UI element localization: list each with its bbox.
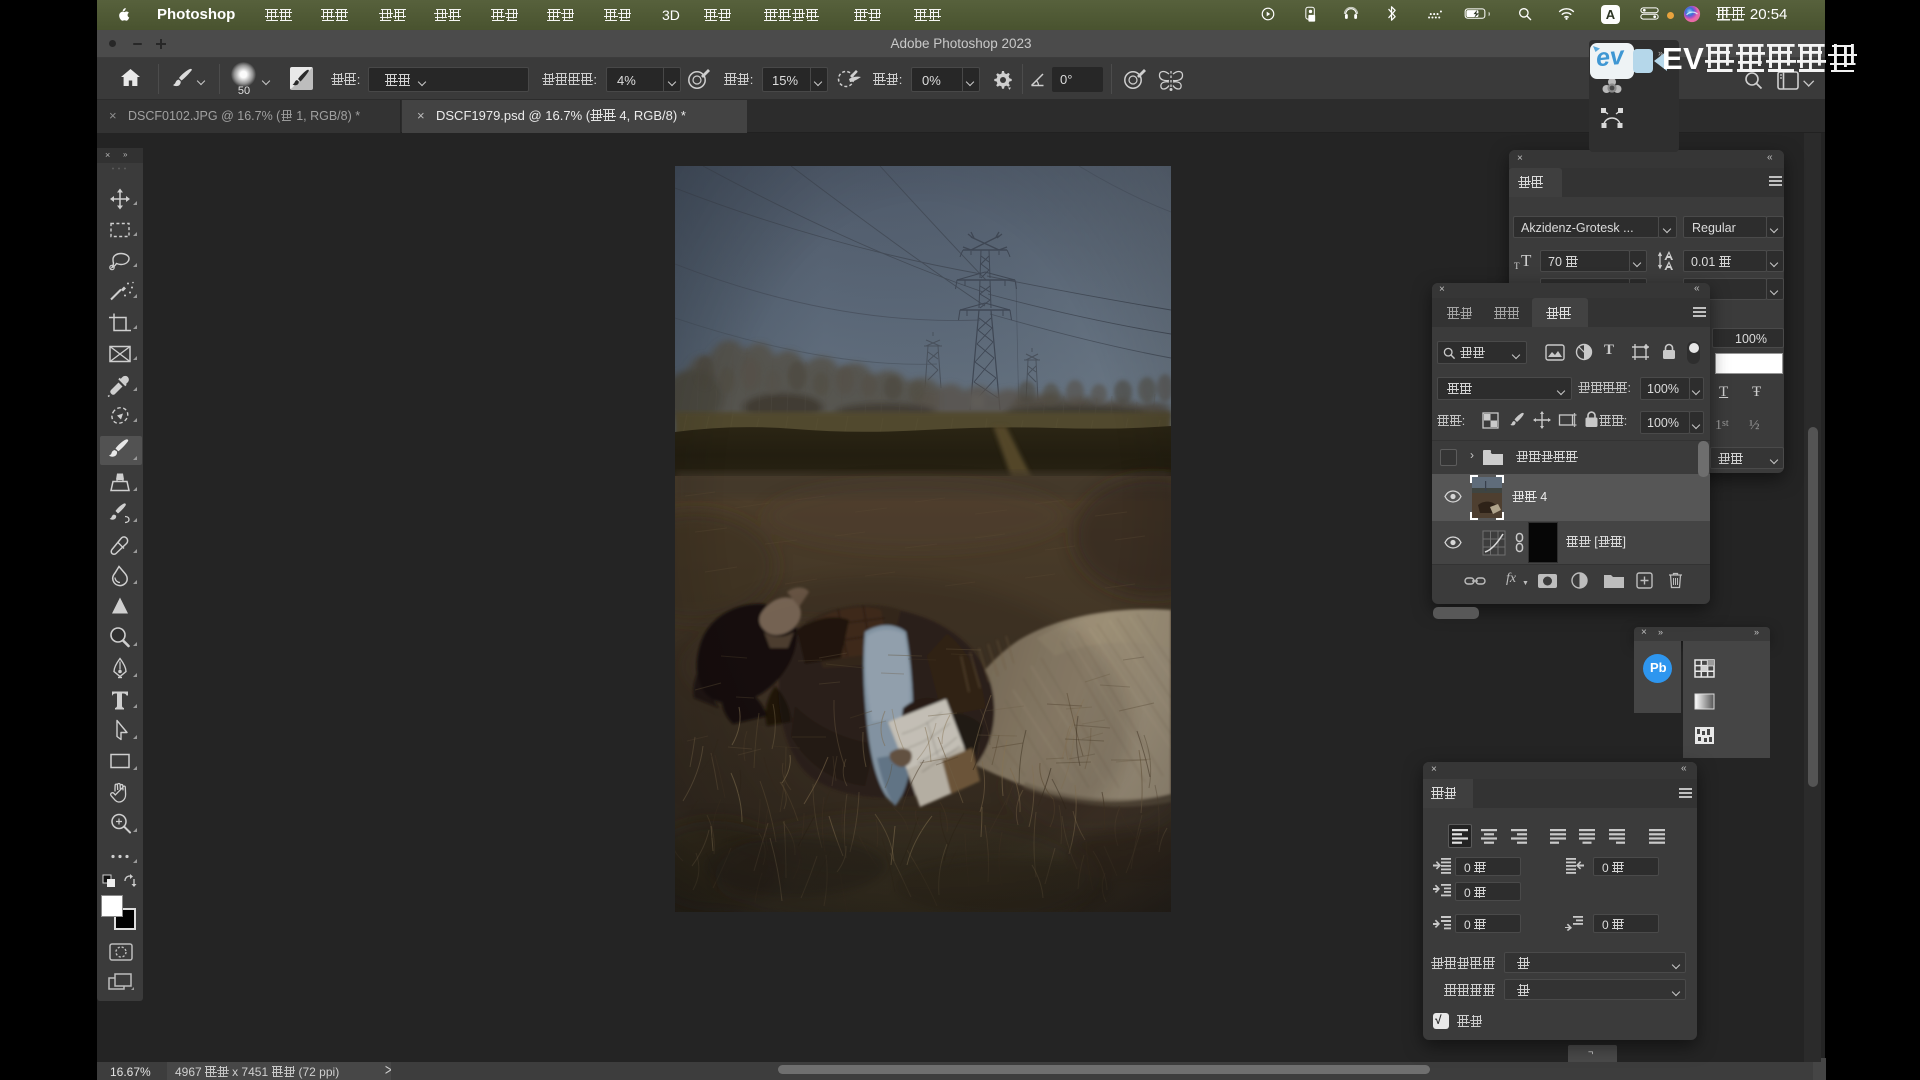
svg-text:T: T (1514, 261, 1520, 271)
svg-text:T: T (1521, 251, 1532, 270)
